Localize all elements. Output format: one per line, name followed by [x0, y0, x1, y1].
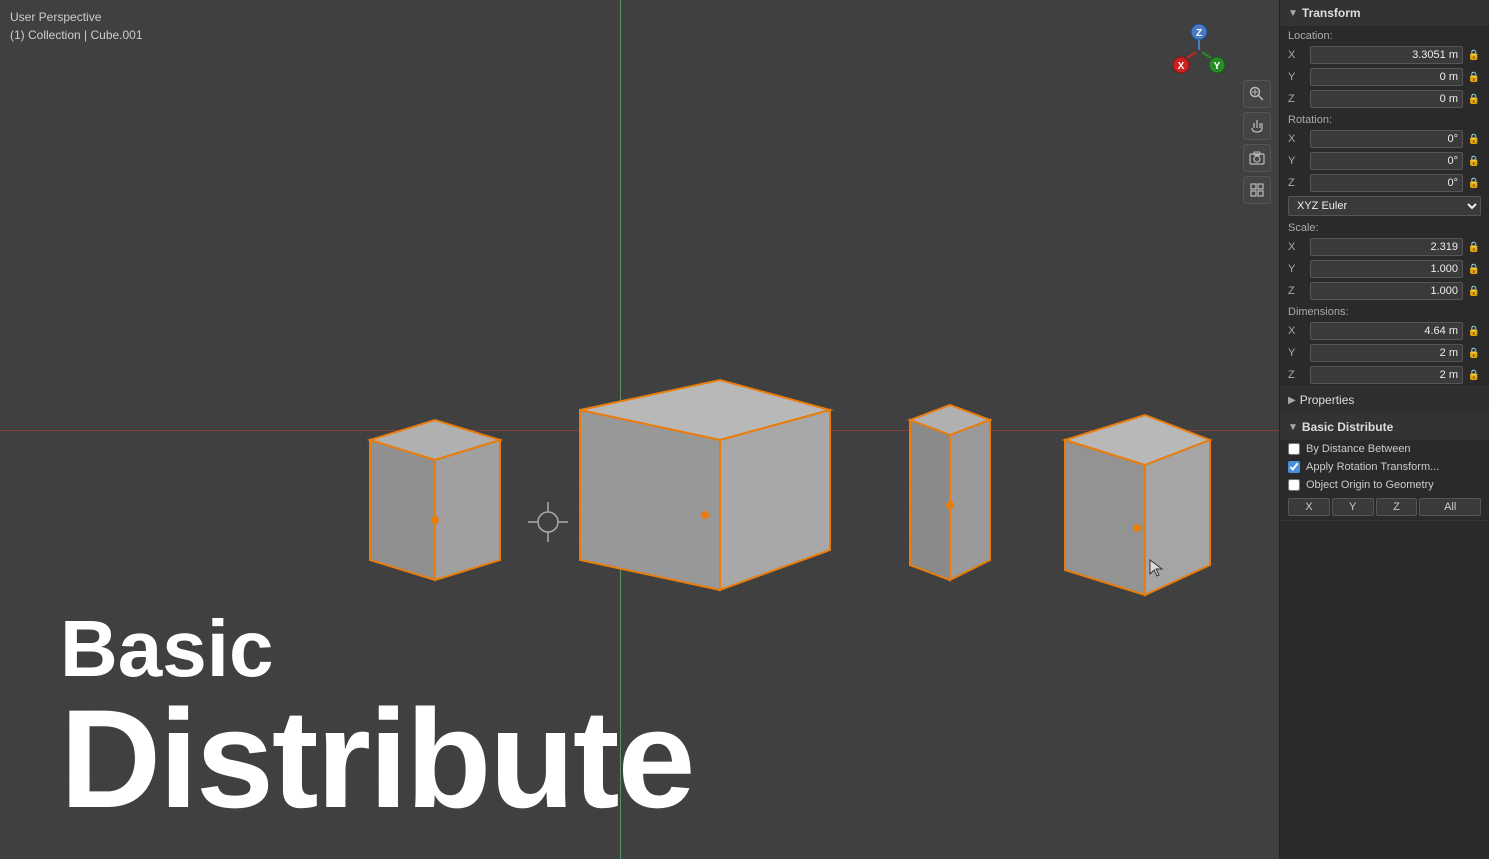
- loc-x-label: X: [1288, 49, 1306, 61]
- svg-text:Y: Y: [1214, 61, 1221, 72]
- rot-y-lock: 🔒: [1467, 156, 1481, 167]
- right-panel: ▼ Transform Location: X 🔒 Y 🔒 Z 🔒 Rotati…: [1279, 0, 1489, 859]
- rot-z-label: Z: [1288, 177, 1306, 189]
- objects-container: [0, 0, 1279, 859]
- euler-row: XYZ Euler: [1280, 194, 1489, 218]
- transform-label: Transform: [1302, 6, 1361, 20]
- origin-to-geometry-checkbox[interactable]: [1288, 479, 1300, 491]
- location-x-row: X 🔒: [1280, 44, 1489, 66]
- scale-z-row: Z 🔒: [1280, 280, 1489, 302]
- scale-z-input[interactable]: [1310, 282, 1463, 300]
- rot-x-label: X: [1288, 133, 1306, 145]
- transform-arrow: ▼: [1288, 8, 1298, 19]
- dim-y-lock: 🔒: [1467, 348, 1481, 359]
- viewport[interactable]: User Perspective (1) Collection | Cube.0…: [0, 0, 1279, 859]
- dim-y-input[interactable]: [1310, 344, 1463, 362]
- scale-y-row: Y 🔒: [1280, 258, 1489, 280]
- axis-gizmo[interactable]: Z Y X: [1169, 20, 1229, 80]
- xyz-buttons-row: X Y Z All: [1280, 494, 1489, 520]
- rot-y-label: Y: [1288, 155, 1306, 167]
- scale-label: Scale:: [1280, 218, 1489, 236]
- dim-z-lock: 🔒: [1467, 370, 1481, 381]
- dimensions-label: Dimensions:: [1280, 302, 1489, 320]
- origin-to-geometry-row: Object Origin to Geometry: [1280, 476, 1489, 494]
- all-button[interactable]: All: [1419, 498, 1481, 516]
- rotation-z-input[interactable]: [1310, 174, 1463, 192]
- rotation-label: Rotation:: [1280, 110, 1489, 128]
- apply-rotation-row: Apply Rotation Transform...: [1280, 458, 1489, 476]
- scale-y-label: Y: [1288, 263, 1306, 275]
- scale-y-input[interactable]: [1310, 260, 1463, 278]
- cube4[interactable]: [1065, 415, 1210, 595]
- svg-text:X: X: [1178, 61, 1185, 72]
- camera-icon[interactable]: [1243, 144, 1271, 172]
- scale-y-lock: 🔒: [1467, 264, 1481, 275]
- apply-rotation-label: Apply Rotation Transform...: [1306, 461, 1439, 473]
- location-x-input[interactable]: [1310, 46, 1463, 64]
- x-button[interactable]: X: [1288, 498, 1330, 516]
- loc-z-label: Z: [1288, 93, 1306, 105]
- dim-x-input[interactable]: [1310, 322, 1463, 340]
- basic-distribute-label: Basic Distribute: [1302, 420, 1393, 434]
- scale-x-lock: 🔒: [1467, 242, 1481, 253]
- loc-y-label: Y: [1288, 71, 1306, 83]
- hand-icon[interactable]: [1243, 112, 1271, 140]
- location-y-row: Y 🔒: [1280, 66, 1489, 88]
- rotation-z-row: Z 🔒: [1280, 172, 1489, 194]
- y-button[interactable]: Y: [1332, 498, 1374, 516]
- by-distance-checkbox[interactable]: [1288, 443, 1300, 455]
- transform-section: ▼ Transform Location: X 🔒 Y 🔒 Z 🔒 Rotati…: [1280, 0, 1489, 387]
- properties-section: ▶ Properties: [1280, 387, 1489, 414]
- cube3[interactable]: [910, 405, 990, 580]
- location-z-input[interactable]: [1310, 90, 1463, 108]
- dim-x-row: X 🔒: [1280, 320, 1489, 342]
- bd-arrow: ▼: [1288, 422, 1298, 433]
- by-distance-row: By Distance Between: [1280, 440, 1489, 458]
- basic-distribute-header[interactable]: ▼ Basic Distribute: [1280, 414, 1489, 440]
- scale-x-input[interactable]: [1310, 238, 1463, 256]
- z-button[interactable]: Z: [1376, 498, 1418, 516]
- grid-view-icon[interactable]: [1243, 176, 1271, 204]
- rot-x-lock: 🔒: [1467, 134, 1481, 145]
- dim-z-input[interactable]: [1310, 366, 1463, 384]
- basic-distribute-section: ▼ Basic Distribute By Distance Between A…: [1280, 414, 1489, 521]
- scale-z-label: Z: [1288, 285, 1306, 297]
- rotation-y-row: Y 🔒: [1280, 150, 1489, 172]
- location-label: Location:: [1280, 26, 1489, 44]
- loc-x-lock: 🔒: [1467, 50, 1481, 61]
- dim-y-row: Y 🔒: [1280, 342, 1489, 364]
- origin-to-geometry-label: Object Origin to Geometry: [1306, 479, 1434, 491]
- rotation-x-input[interactable]: [1310, 130, 1463, 148]
- dim-y-label: Y: [1288, 347, 1306, 359]
- properties-header[interactable]: ▶ Properties: [1280, 387, 1489, 413]
- cube2[interactable]: [580, 380, 830, 590]
- rotation-y-input[interactable]: [1310, 152, 1463, 170]
- 3d-cursor: [528, 502, 568, 542]
- dim-z-row: Z 🔒: [1280, 364, 1489, 386]
- transform-header[interactable]: ▼ Transform: [1280, 0, 1489, 26]
- dim-x-lock: 🔒: [1467, 326, 1481, 337]
- rot-z-lock: 🔒: [1467, 178, 1481, 189]
- location-y-input[interactable]: [1310, 68, 1463, 86]
- loc-z-lock: 🔒: [1467, 94, 1481, 105]
- dim-z-label: Z: [1288, 369, 1306, 381]
- apply-rotation-checkbox[interactable]: [1288, 461, 1300, 473]
- scale-x-row: X 🔒: [1280, 236, 1489, 258]
- cubes-svg: [0, 60, 1279, 740]
- location-z-row: Z 🔒: [1280, 88, 1489, 110]
- loc-y-lock: 🔒: [1467, 72, 1481, 83]
- nav-icons-panel: [1243, 80, 1271, 204]
- scale-x-label: X: [1288, 241, 1306, 253]
- by-distance-label: By Distance Between: [1306, 443, 1411, 455]
- properties-label: Properties: [1300, 393, 1355, 407]
- zoom-icon[interactable]: [1243, 80, 1271, 108]
- svg-text:Z: Z: [1196, 28, 1202, 39]
- rotation-x-row: X 🔒: [1280, 128, 1489, 150]
- dim-x-label: X: [1288, 325, 1306, 337]
- euler-select[interactable]: XYZ Euler: [1288, 196, 1481, 216]
- cube1[interactable]: [370, 420, 500, 580]
- properties-arrow: ▶: [1288, 395, 1296, 406]
- scale-z-lock: 🔒: [1467, 286, 1481, 297]
